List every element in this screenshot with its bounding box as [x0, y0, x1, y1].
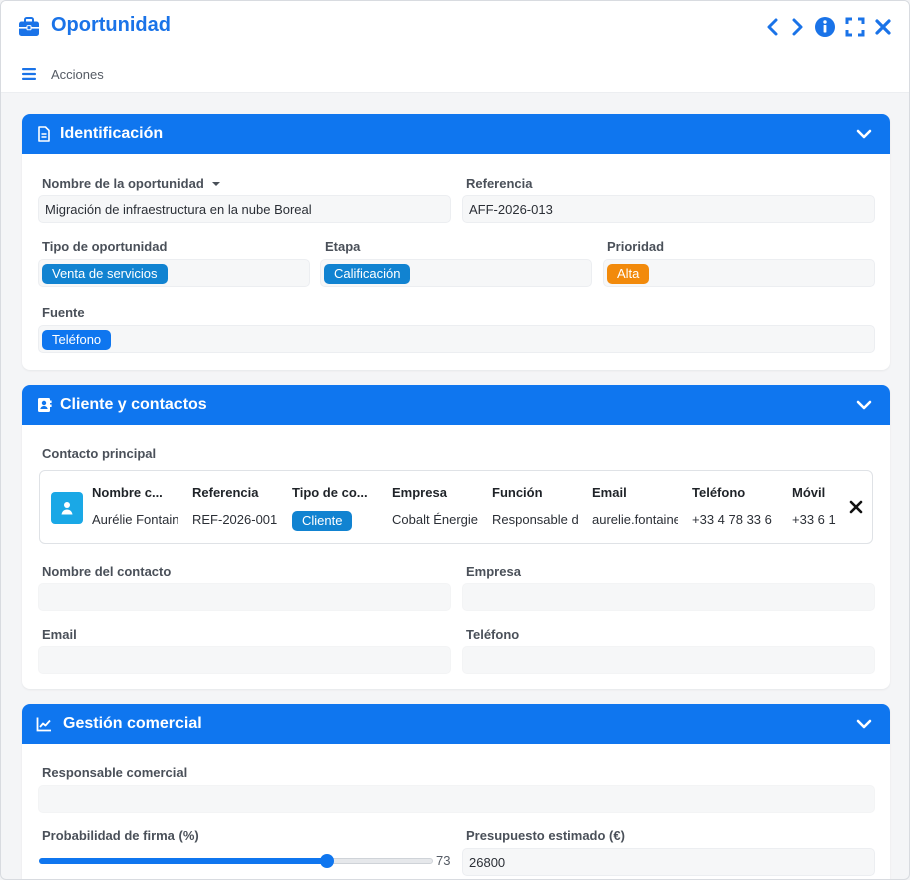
tipo-oportunidad-badge: Venta de servicios	[42, 264, 168, 284]
contact-type-badge: Cliente	[292, 511, 353, 531]
section-header-cliente[interactable]: Cliente y contactos	[22, 385, 890, 425]
contact-col-email: Email aurelie.fontaine	[592, 471, 678, 545]
column-header: Móvil	[792, 485, 826, 500]
contact-col-tipo: Tipo de co... Cliente	[292, 471, 378, 545]
close-icon	[875, 19, 891, 35]
info-button[interactable]	[813, 15, 837, 39]
contact-col-telefono: Teléfono +33 4 78 33 6	[692, 471, 778, 545]
nombre-oportunidad-input[interactable]: Migración de infraestructura en la nube …	[38, 195, 451, 223]
chevron-down-icon	[856, 129, 872, 139]
referencia-label: Referencia	[466, 176, 533, 191]
contact-book-icon	[38, 398, 52, 412]
tipo-oportunidad-label: Tipo de oportunidad	[42, 239, 168, 254]
prioridad-badge: Alta	[607, 264, 650, 284]
next-button[interactable]	[785, 15, 809, 39]
presupuesto-input[interactable]: 26800	[462, 848, 875, 876]
section-gestion-comercial: Gestión comercial Responsable comercial …	[22, 704, 890, 879]
column-header: Empresa	[392, 485, 447, 500]
prioridad-select[interactable]: Alta	[603, 259, 875, 287]
probabilidad-slider[interactable]	[39, 854, 433, 868]
section-title: Identificación	[60, 125, 164, 142]
column-header: Nombre c...	[92, 485, 163, 500]
window-title: Oportunidad	[51, 14, 171, 36]
section-title: Gestión comercial	[63, 715, 202, 732]
contacto-principal-label: Contacto principal	[42, 446, 157, 461]
responsable-input[interactable]	[38, 785, 875, 813]
chevron-right-icon	[792, 18, 803, 36]
tipo-oportunidad-select[interactable]: Venta de servicios	[38, 259, 310, 287]
prioridad-label: Prioridad	[607, 239, 665, 254]
empresa-input[interactable]	[462, 583, 875, 611]
contact-col-referencia: Referencia REF-2026-001	[192, 471, 278, 545]
column-header: Teléfono	[692, 485, 746, 500]
column-value: Responsable de	[492, 512, 578, 527]
nombre-oportunidad-label: Nombre de la oportunidad	[42, 176, 221, 191]
column-header: Tipo de co...	[292, 485, 368, 500]
chevron-left-icon	[767, 18, 778, 36]
section-header-gestion[interactable]: Gestión comercial	[22, 704, 890, 744]
title-bar: Oportunidad	[1, 1, 909, 53]
column-value: +33 6 1	[792, 512, 836, 527]
column-value: Cobalt Énergie	[392, 512, 478, 527]
slider-thumb[interactable]	[320, 854, 334, 868]
section-identificacion: Identificación Nombre de la oportunidad …	[22, 114, 890, 370]
fuente-badge: Teléfono	[42, 330, 112, 350]
email-input[interactable]	[38, 646, 451, 674]
slider-fill	[39, 858, 327, 864]
contact-col-nombre: Nombre c... Aurélie Fontaine	[92, 471, 178, 545]
referencia-input[interactable]: AFF-2026-013	[462, 195, 875, 223]
etapa-label: Etapa	[325, 239, 361, 254]
info-icon	[815, 17, 835, 37]
section-title: Cliente y contactos	[60, 396, 207, 413]
column-value: Aurélie Fontaine	[92, 512, 178, 527]
responsable-label: Responsable comercial	[42, 765, 188, 780]
etapa-badge: Calificación	[324, 264, 411, 284]
column-header: Referencia	[192, 485, 259, 500]
telefono-label: Teléfono	[466, 627, 520, 642]
contact-col-movil: Móvil +33 6 1	[792, 471, 838, 545]
contacto-principal-card[interactable]: Nombre c... Aurélie Fontaine Referencia …	[39, 470, 873, 544]
column-value: +33 4 78 33 6	[692, 512, 772, 527]
fuente-select[interactable]: Teléfono	[38, 325, 875, 353]
hamburger-menu-icon[interactable]	[22, 68, 36, 80]
close-button[interactable]	[871, 15, 895, 39]
column-value: aurelie.fontaine	[592, 512, 678, 527]
actions-bar: Acciones	[1, 53, 909, 93]
probabilidad-label: Probabilidad de firma (%)	[42, 828, 199, 843]
nombre-contacto-input[interactable]	[38, 583, 451, 611]
maximize-button[interactable]	[843, 15, 867, 39]
presupuesto-label: Presupuesto estimado (€)	[466, 828, 625, 843]
caret-down-icon[interactable]	[211, 180, 221, 188]
previous-button[interactable]	[761, 15, 785, 39]
nombre-contacto-label: Nombre del contacto	[42, 564, 172, 579]
column-header: Email	[592, 485, 627, 500]
column-value: REF-2026-001	[192, 512, 278, 527]
chevron-down-icon	[856, 400, 872, 410]
column-header: Función	[492, 485, 543, 500]
fuente-label: Fuente	[42, 305, 85, 320]
avatar	[51, 492, 83, 524]
expand-icon	[845, 17, 865, 37]
section-cliente-contactos: Cliente y contactos Contacto principal N…	[22, 385, 890, 689]
briefcase-icon	[19, 17, 39, 36]
opportunity-window: Oportunidad Acciones Identificación Nomb…	[0, 0, 910, 880]
section-header-identificacion[interactable]: Identificación	[22, 114, 890, 154]
user-icon	[61, 502, 73, 515]
contact-col-funcion: Función Responsable de	[492, 471, 578, 545]
telefono-input[interactable]	[462, 646, 875, 674]
actions-menu[interactable]: Acciones	[51, 67, 104, 82]
empresa-label: Empresa	[466, 564, 521, 579]
document-icon	[38, 126, 50, 142]
line-chart-icon	[36, 717, 51, 732]
remove-contact-icon[interactable]	[848, 499, 864, 515]
chevron-down-icon	[856, 719, 872, 729]
etapa-select[interactable]: Calificación	[320, 259, 592, 287]
email-label: Email	[42, 627, 77, 642]
probabilidad-value: 73	[436, 853, 451, 868]
contact-col-empresa: Empresa Cobalt Énergie	[392, 471, 478, 545]
